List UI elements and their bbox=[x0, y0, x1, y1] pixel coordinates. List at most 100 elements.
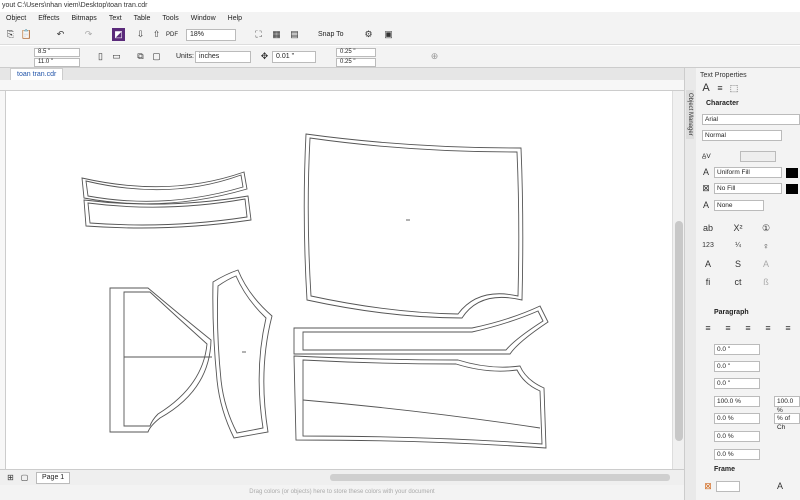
menu-bitmaps[interactable]: Bitmaps bbox=[66, 15, 103, 22]
portrait-icon[interactable]: ▯ bbox=[94, 50, 107, 63]
color-tray-hint: Drag colors (or objects) here to store t… bbox=[0, 485, 684, 500]
vertical-scrollbar[interactable] bbox=[672, 91, 684, 469]
docker-tabs: Object Manager bbox=[684, 68, 696, 500]
drawing-canvas[interactable] bbox=[6, 91, 672, 469]
rulers-icon[interactable]: ▦ bbox=[270, 28, 283, 41]
vertical-scroll-thumb[interactable] bbox=[675, 221, 683, 441]
frame-fill-dropdown[interactable] bbox=[716, 481, 740, 492]
paste-icon[interactable]: 📋 bbox=[20, 28, 33, 41]
align-right-icon[interactable]: ≡ bbox=[762, 322, 774, 334]
ordinals-icon[interactable]: ♀ bbox=[760, 240, 772, 252]
align-center-icon[interactable]: ≡ bbox=[742, 322, 754, 334]
all-caps-icon[interactable]: ① bbox=[760, 222, 772, 234]
duplicate-x-field[interactable]: 0.25 " bbox=[336, 48, 376, 57]
all-pages-icon[interactable]: ⧉ bbox=[134, 50, 147, 63]
align-left-icon[interactable]: ≡ bbox=[722, 322, 734, 334]
fill-color-swatch[interactable] bbox=[786, 168, 798, 178]
pattern-drawing bbox=[81, 133, 549, 449]
swash-icon[interactable]: A bbox=[702, 258, 714, 270]
ligature-icon[interactable]: fi bbox=[702, 276, 714, 288]
grid-icon[interactable]: ▤ bbox=[288, 28, 301, 41]
horizontal-ruler[interactable] bbox=[0, 80, 684, 91]
full-screen-icon[interactable]: ⛶ bbox=[252, 28, 265, 41]
left-indent-field[interactable]: 0.0 " bbox=[714, 361, 760, 372]
export-icon[interactable]: ⇧ bbox=[150, 28, 163, 41]
titling-icon[interactable]: A bbox=[760, 258, 772, 270]
font-list[interactable]: Arial bbox=[702, 114, 800, 125]
character-spacing-field[interactable]: 0.0 % bbox=[714, 431, 760, 442]
publish-pdf-button[interactable]: PDF bbox=[166, 29, 178, 41]
tab-toan-tran[interactable]: toan tran.cdr bbox=[10, 68, 64, 80]
paragraph-section-header[interactable]: Paragraph bbox=[714, 309, 749, 316]
undo-icon[interactable]: ↶ bbox=[54, 28, 67, 41]
menu-text[interactable]: Text bbox=[103, 15, 128, 22]
word-spacing-field[interactable]: 0.0 % bbox=[714, 449, 760, 460]
character-tab-icon[interactable]: A bbox=[700, 82, 712, 94]
add-page-icon[interactable]: ⊞ bbox=[4, 471, 17, 484]
align-none-icon[interactable]: ≡ bbox=[702, 322, 714, 334]
superscript-icon[interactable]: X² bbox=[732, 222, 744, 234]
menu-tools[interactable]: Tools bbox=[156, 15, 184, 22]
justify-icon[interactable]: ≡ bbox=[782, 322, 794, 334]
menu-object[interactable]: Object bbox=[0, 15, 32, 22]
menu-window[interactable]: Window bbox=[185, 15, 222, 22]
back-panel-inner bbox=[307, 137, 520, 315]
launch-icon[interactable]: ▣ bbox=[382, 28, 395, 41]
front-lower-guide-line bbox=[302, 399, 541, 429]
contextual-alternative-icon[interactable]: ß bbox=[760, 276, 772, 288]
units-label: Units: bbox=[176, 53, 194, 60]
menu-bar: Object Effects Bitmaps Text Table Tools … bbox=[0, 12, 800, 25]
frame-tab-icon[interactable]: ⬚ bbox=[728, 82, 740, 94]
fill-icon: A bbox=[702, 167, 709, 177]
outline-dropdown[interactable]: None bbox=[714, 200, 764, 211]
line-spacing-right-field[interactable]: 100.0 % bbox=[774, 396, 800, 414]
frame-fill-icon[interactable]: ⊠ bbox=[702, 480, 714, 492]
add-icon[interactable]: ⊕ bbox=[428, 50, 441, 63]
options-gear-icon[interactable]: ⚙ bbox=[362, 28, 375, 41]
first-line-indent-field[interactable]: 0.0 " bbox=[714, 344, 760, 355]
numerals-icon[interactable]: 123 bbox=[702, 240, 714, 252]
page-1-tab[interactable]: Page 1 bbox=[36, 472, 71, 484]
copy-icon[interactable]: ⎘ bbox=[4, 28, 17, 41]
page-options-icon[interactable]: ▢ bbox=[18, 471, 31, 484]
space-before-field[interactable]: 0.0 % bbox=[714, 413, 760, 424]
menu-help[interactable]: Help bbox=[222, 15, 248, 22]
kerning-field[interactable] bbox=[740, 151, 776, 162]
discretionary-ligature-icon[interactable]: ct bbox=[732, 276, 744, 288]
page-height-field[interactable]: 11.0 " bbox=[34, 58, 80, 67]
import-icon[interactable]: ⇩ bbox=[134, 28, 147, 41]
nudge-distance-field[interactable]: 0.01 " bbox=[272, 51, 316, 63]
current-page-icon[interactable]: ▢ bbox=[150, 50, 163, 63]
background-fill-dropdown[interactable]: No Fill bbox=[714, 183, 782, 194]
fill-type-dropdown[interactable]: Uniform Fill bbox=[714, 167, 782, 178]
page-navigator: ⊞ ▢ Page 1 bbox=[0, 469, 684, 485]
kerning-icon: A̲V bbox=[702, 153, 711, 160]
font-style-dropdown[interactable]: Normal bbox=[702, 130, 782, 141]
duplicate-y-field[interactable]: 0.25 " bbox=[336, 58, 376, 67]
menu-table[interactable]: Table bbox=[128, 15, 157, 22]
sleeve-outer bbox=[212, 269, 273, 439]
fractions-icon[interactable]: ¼ bbox=[732, 240, 744, 252]
zoom-level-field[interactable]: 18% bbox=[186, 29, 236, 41]
frame-section-header[interactable]: Frame bbox=[714, 466, 735, 473]
horizontal-scroll-thumb[interactable] bbox=[330, 474, 670, 481]
page-width-field[interactable]: 8.5 " bbox=[34, 48, 80, 57]
snap-to-dropdown[interactable]: Snap To bbox=[318, 29, 344, 41]
right-indent-field[interactable]: 0.0 " bbox=[714, 378, 760, 389]
underline-icon[interactable]: ab bbox=[702, 222, 714, 234]
character-section-header[interactable]: Character bbox=[706, 100, 739, 107]
stylistic-set-icon[interactable]: S bbox=[732, 258, 744, 270]
nudge-icon: ✥ bbox=[260, 51, 269, 61]
redo-icon[interactable]: ↷ bbox=[82, 28, 95, 41]
object-manager-tab[interactable]: Object Manager bbox=[686, 90, 694, 139]
document-tabs: toan tran.cdr bbox=[0, 68, 684, 80]
frame-columns-icon[interactable]: A bbox=[774, 480, 786, 492]
units-dropdown[interactable]: inches bbox=[195, 51, 251, 63]
spacing-units-dropdown[interactable]: % of Ch bbox=[774, 413, 800, 431]
search-content-icon[interactable]: ◩ bbox=[112, 28, 125, 41]
background-color-swatch[interactable] bbox=[786, 184, 798, 194]
paragraph-tab-icon[interactable]: ≡ bbox=[714, 82, 726, 94]
line-spacing-field[interactable]: 100.0 % bbox=[714, 396, 760, 407]
menu-effects[interactable]: Effects bbox=[32, 15, 65, 22]
landscape-icon[interactable]: ▭ bbox=[110, 50, 123, 63]
